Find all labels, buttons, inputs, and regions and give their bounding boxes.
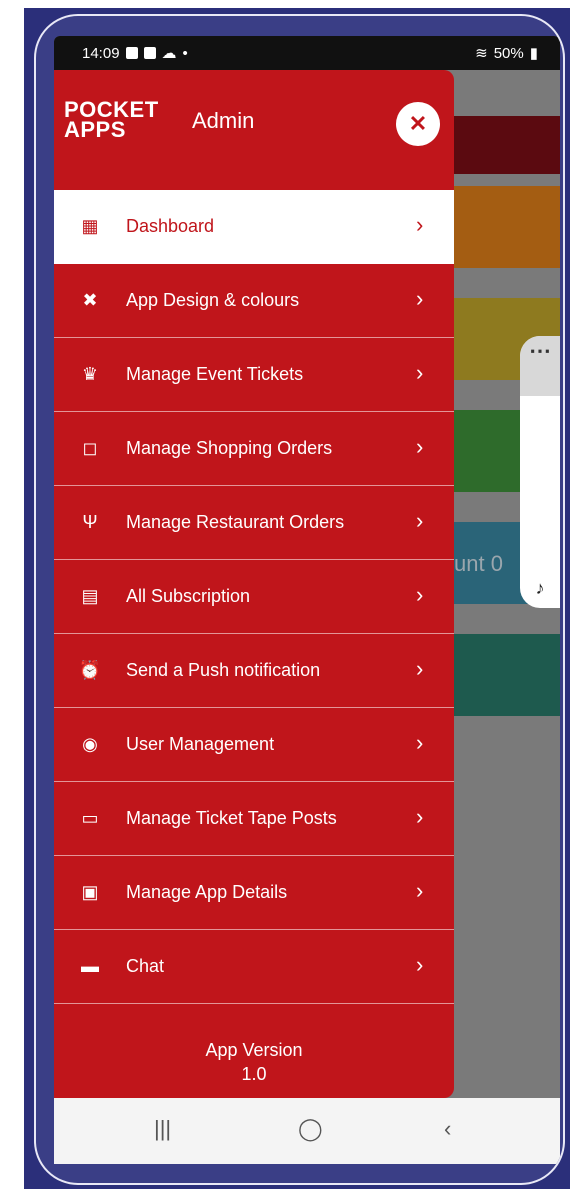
pocket-apps-logo: POCKET APPS (64, 97, 159, 142)
battery-level: 50% (493, 44, 524, 62)
navigation-drawer: POCKET APPS Admin ✕ ▦ Dashboard › ✖ App … (54, 70, 454, 1098)
close-icon[interactable]: ✕ (396, 102, 440, 146)
floating-widget[interactable]: ⋯ ♪ (520, 336, 560, 608)
chat-icon: ▬ (81, 956, 99, 976)
home-icon[interactable]: ◯ (298, 1116, 323, 1142)
back-icon[interactable]: ‹ (444, 1116, 451, 1142)
chevron-right-icon: › (416, 952, 424, 977)
mail-icon (143, 47, 156, 59)
background-tile (454, 116, 560, 174)
version-number: 1.0 (241, 1064, 267, 1084)
background-tile (454, 186, 560, 268)
status-time: 14:09 (82, 44, 120, 62)
status-bar: 14:09 ☁ • ≋ 50% ▮ (54, 36, 560, 70)
tools-icon: ✖ (82, 290, 98, 310)
drawer-title: Admin (192, 108, 255, 133)
drawer-header: POCKET APPS Admin ✕ (54, 70, 454, 190)
palette-icon: ◉ (82, 734, 98, 754)
battery-icon: ▮ (529, 45, 538, 62)
more-icon[interactable]: ⋯ (520, 336, 560, 396)
image-icon (125, 47, 138, 59)
audio-icon[interactable]: ♪ (520, 568, 560, 608)
cloud-icon: ☁ (161, 45, 177, 62)
background-tile (454, 634, 560, 716)
chevron-right-icon: › (416, 730, 424, 755)
system-nav-bar: ||| ◯ ‹ (54, 1098, 560, 1164)
bag-icon: ◻ (82, 438, 98, 458)
chevron-right-icon: › (416, 212, 424, 237)
wifi-icon: ≋ (475, 45, 488, 62)
grid-icon: ▦ (81, 216, 99, 236)
chevron-right-icon: › (416, 656, 424, 681)
phone-screen: unt 0 ⋯ ♪ 14:09 ☁ • ≋ 50% ▮ POCKET APPS … (54, 36, 560, 1164)
chevron-right-icon: › (416, 286, 424, 311)
chevron-right-icon: › (416, 878, 424, 903)
chevron-right-icon: › (416, 582, 424, 607)
device-screen-border: unt 0 ⋯ ♪ 14:09 ☁ • ≋ 50% ▮ POCKET APPS … (34, 14, 565, 1185)
subscription-icon: ▤ (81, 586, 99, 606)
app-version: App Version 1.0 (54, 1038, 454, 1086)
menu-item-user-management[interactable]: ◉ User Management › (54, 708, 454, 782)
menu-item-chat[interactable]: ▬ Chat › (54, 930, 454, 1004)
background-partial-text: unt 0 (454, 551, 503, 576)
utensils-icon: Ψ (82, 512, 98, 532)
folder-icon: ▭ (81, 808, 99, 828)
chevron-right-icon: › (416, 804, 424, 829)
menu-item-restaurant-orders[interactable]: Ψ Manage Restaurant Orders › (54, 486, 454, 560)
recents-icon[interactable]: ||| (154, 1116, 171, 1142)
chevron-right-icon: › (416, 508, 424, 533)
menu-item-event-tickets[interactable]: ♛ Manage Event Tickets › (54, 338, 454, 412)
menu-item-shopping-orders[interactable]: ◻ Manage Shopping Orders › (54, 412, 454, 486)
menu-item-push-notification[interactable]: ⏰ Send a Push notification › (54, 634, 454, 708)
dot-icon: • (182, 44, 188, 62)
menu-item-ticket-tape[interactable]: ▭ Manage Ticket Tape Posts › (54, 782, 454, 856)
menu-item-app-design[interactable]: ✖ App Design & colours › (54, 264, 454, 338)
app-details-icon: ▣ (81, 882, 99, 902)
version-label: App Version (205, 1040, 303, 1060)
alarm-icon: ⏰ (78, 660, 102, 680)
menu-item-app-details[interactable]: ▣ Manage App Details › (54, 856, 454, 930)
trophy-icon: ♛ (81, 364, 99, 384)
menu-item-subscription[interactable]: ▤ All Subscription › (54, 560, 454, 634)
chevron-right-icon: › (416, 360, 424, 385)
drawer-menu: ▦ Dashboard › ✖ App Design & colours › ♛… (54, 190, 454, 1004)
chevron-right-icon: › (416, 434, 424, 459)
menu-item-dashboard[interactable]: ▦ Dashboard › (54, 190, 454, 264)
